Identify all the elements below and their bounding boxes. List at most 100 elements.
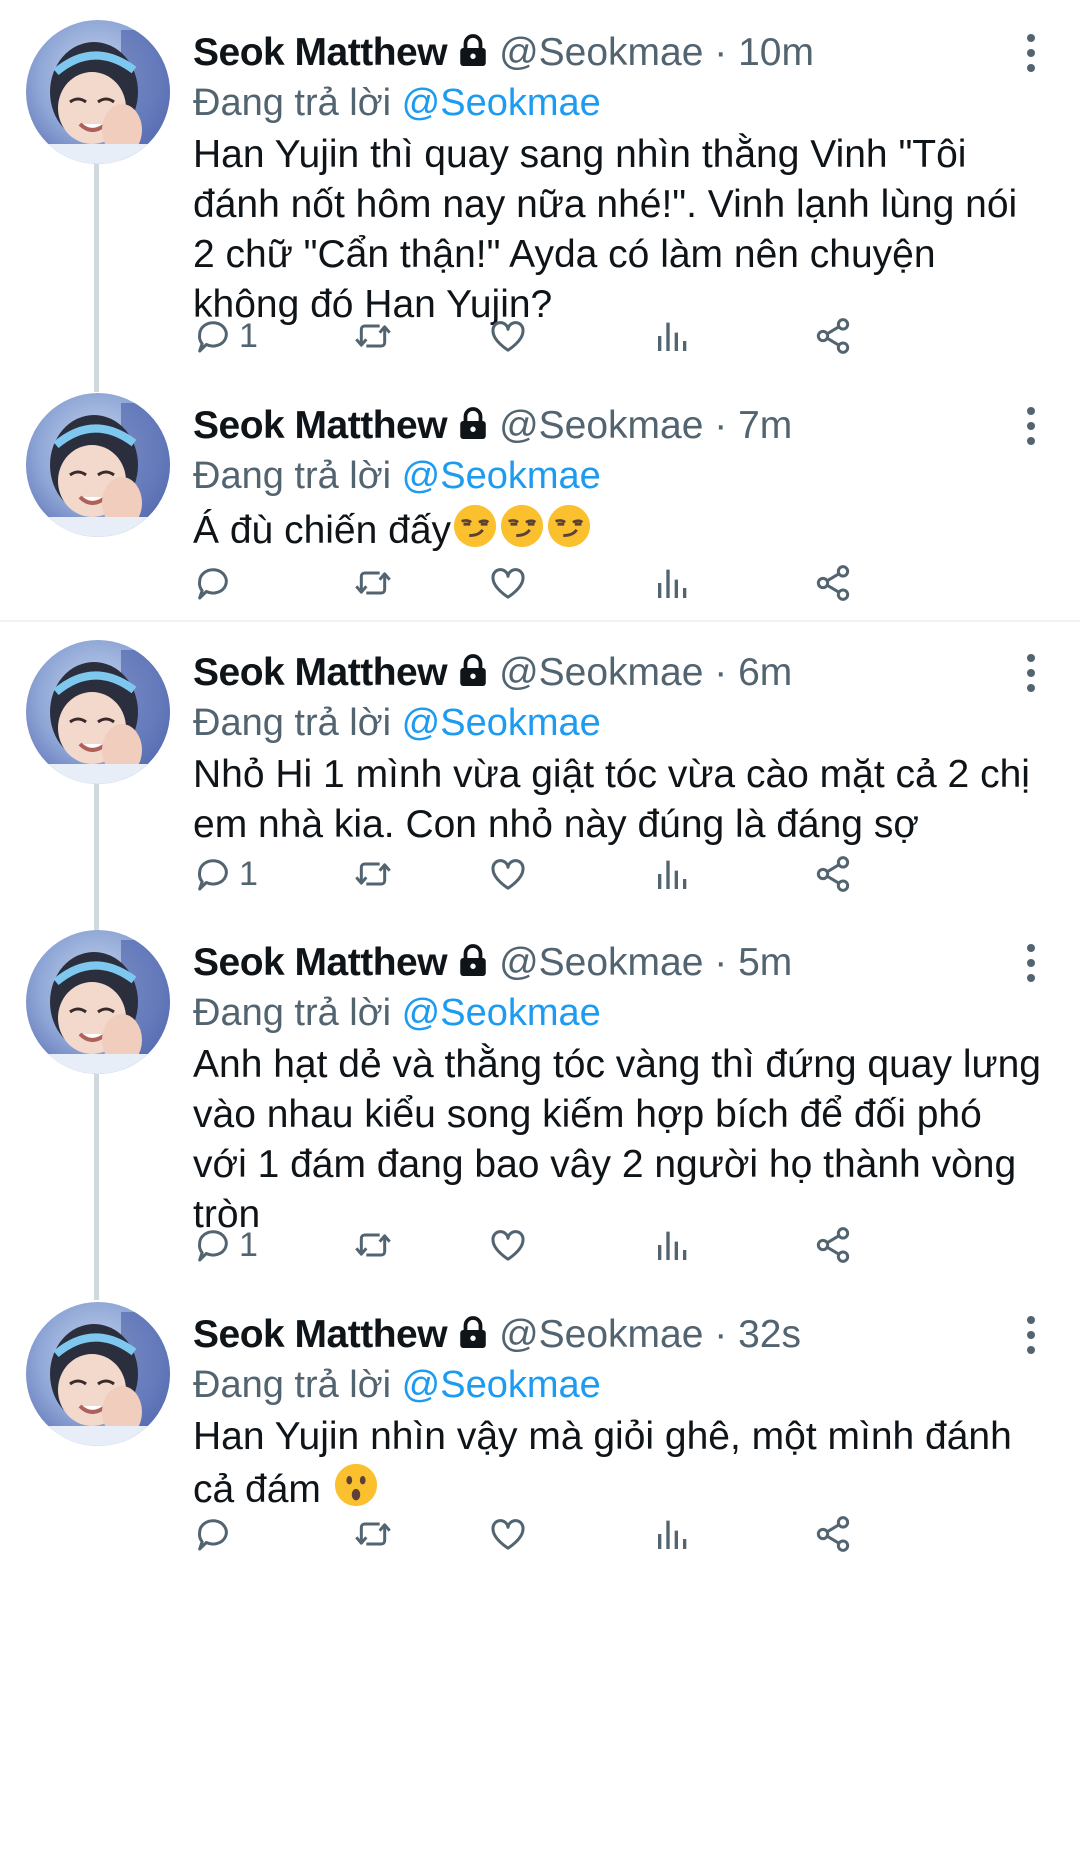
retweet-button[interactable] <box>353 1504 393 1564</box>
like-button[interactable] <box>488 306 528 366</box>
views-button[interactable] <box>653 553 693 613</box>
reply-button[interactable] <box>193 1504 239 1564</box>
thread-line <box>94 140 99 392</box>
more-icon[interactable] <box>1024 1316 1038 1356</box>
reply-icon <box>193 1225 233 1265</box>
lock-icon <box>455 942 491 992</box>
share-button[interactable] <box>813 306 853 366</box>
more-icon[interactable] <box>1024 407 1038 447</box>
tweet-text: Anh hạt dẻ và thằng tóc vàng thì đứng qu… <box>193 1043 1041 1236</box>
views-button[interactable] <box>653 1215 693 1275</box>
action-bar: 1 <box>193 844 1023 904</box>
replying-prefix: Đang trả lời <box>193 702 402 744</box>
reply-icon <box>193 854 233 894</box>
reply-count: 1 <box>239 316 258 355</box>
views-button[interactable] <box>653 306 693 366</box>
lock-icon <box>455 1314 491 1364</box>
share-button[interactable] <box>813 553 853 613</box>
like-button[interactable] <box>488 1215 528 1275</box>
share-button[interactable] <box>813 844 853 904</box>
more-icon[interactable] <box>1024 944 1038 984</box>
mention-link[interactable]: @Seokmae <box>402 455 601 497</box>
handle[interactable]: @Seokmae <box>499 31 703 74</box>
retweet-icon <box>353 854 393 894</box>
handle[interactable]: @Seokmae <box>499 1313 703 1356</box>
views-button[interactable] <box>653 1504 693 1564</box>
avatar[interactable] <box>26 1302 170 1446</box>
handle[interactable]: @Seokmae <box>499 651 703 694</box>
separator: · <box>703 31 739 74</box>
like-button[interactable] <box>488 844 528 904</box>
replying-to: Đang trả lời @Seokmae <box>193 78 601 128</box>
mention-link[interactable]: @Seokmae <box>402 992 601 1034</box>
reply-button[interactable]: 1 <box>193 1215 258 1275</box>
avatar[interactable] <box>26 930 170 1074</box>
separator: · <box>703 941 739 984</box>
handle[interactable]: @Seokmae <box>499 941 703 984</box>
display-name[interactable]: Seok Matthew <box>193 651 448 694</box>
separator: · <box>703 651 739 694</box>
avatar[interactable] <box>26 393 170 537</box>
views-icon <box>653 563 693 603</box>
share-icon <box>813 1225 853 1265</box>
replying-prefix: Đang trả lời <box>193 82 402 124</box>
display-name[interactable]: Seok Matthew <box>193 404 448 447</box>
display-name[interactable]: Seok Matthew <box>193 31 448 74</box>
reply-icon <box>193 563 233 603</box>
avatar[interactable] <box>26 20 170 164</box>
timestamp[interactable]: 5m <box>738 941 792 984</box>
retweet-button[interactable] <box>353 1215 393 1275</box>
reply-button[interactable] <box>193 553 239 613</box>
avatar[interactable] <box>26 640 170 784</box>
lock-icon <box>455 32 491 82</box>
mention-link[interactable]: @Seokmae <box>402 82 601 124</box>
retweet-icon <box>353 1225 393 1265</box>
reply-icon <box>193 1514 233 1554</box>
display-name[interactable]: Seok Matthew <box>193 941 448 984</box>
reply-button[interactable]: 1 <box>193 306 258 366</box>
reply-count: 1 <box>239 1225 258 1264</box>
retweet-button[interactable] <box>353 844 393 904</box>
like-button[interactable] <box>488 1504 528 1564</box>
handle[interactable]: @Seokmae <box>499 404 703 447</box>
views-icon <box>653 1225 693 1265</box>
timestamp[interactable]: 32s <box>738 1313 801 1356</box>
more-icon[interactable] <box>1024 654 1038 694</box>
retweet-icon <box>353 316 393 356</box>
divider <box>0 620 1080 622</box>
mention-link[interactable]: @Seokmae <box>402 702 601 744</box>
views-button[interactable] <box>653 844 693 904</box>
more-icon[interactable] <box>1024 34 1038 74</box>
action-bar: 1 <box>193 1215 1023 1275</box>
replying-to: Đang trả lời @Seokmae <box>193 698 601 748</box>
like-icon <box>488 854 528 894</box>
retweet-icon <box>353 1514 393 1554</box>
mention-link[interactable]: @Seokmae <box>402 1364 601 1406</box>
like-icon <box>488 1225 528 1265</box>
retweet-icon <box>353 563 393 603</box>
share-icon <box>813 854 853 894</box>
action-bar <box>193 1504 1023 1564</box>
display-name[interactable]: Seok Matthew <box>193 1313 448 1356</box>
timestamp[interactable]: 6m <box>738 651 792 694</box>
timestamp[interactable]: 10m <box>738 31 814 74</box>
lock-icon <box>455 405 491 455</box>
replying-prefix: Đang trả lời <box>193 992 402 1034</box>
replying-to: Đang trả lời @Seokmae <box>193 451 601 501</box>
like-button[interactable] <box>488 553 528 613</box>
replying-to: Đang trả lời @Seokmae <box>193 988 601 1038</box>
replying-prefix: Đang trả lời <box>193 1364 402 1406</box>
retweet-button[interactable] <box>353 306 393 366</box>
share-button[interactable] <box>813 1215 853 1275</box>
thread-line <box>94 1050 99 1300</box>
retweet-button[interactable] <box>353 553 393 613</box>
views-icon <box>653 854 693 894</box>
tweet-text: Han Yujin nhìn vậy mà giỏi ghê, một mình… <box>193 1415 1012 1511</box>
tweet-text: Han Yujin thì quay sang nhìn thằng Vinh … <box>193 133 1018 326</box>
share-icon <box>813 316 853 356</box>
reply-button[interactable]: 1 <box>193 844 258 904</box>
share-button[interactable] <box>813 1504 853 1564</box>
like-icon <box>488 316 528 356</box>
timestamp[interactable]: 7m <box>738 404 792 447</box>
separator: · <box>703 404 739 447</box>
